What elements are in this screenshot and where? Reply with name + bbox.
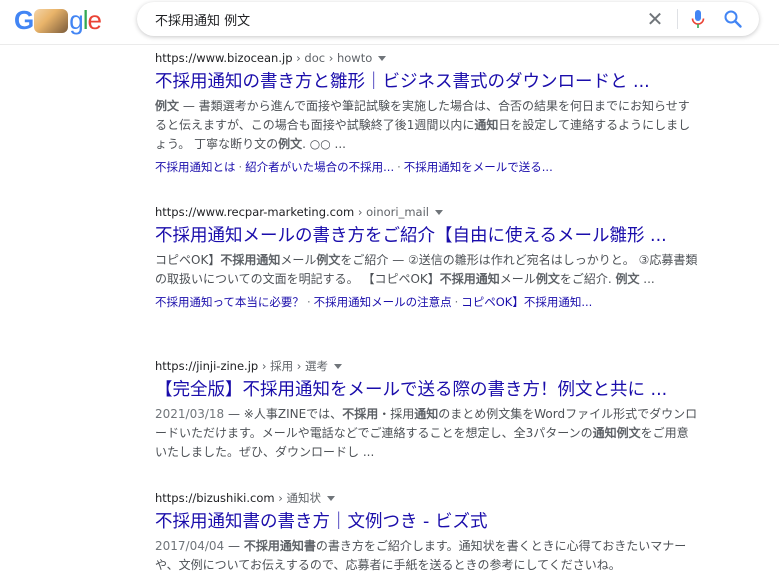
doodle-image	[34, 9, 69, 33]
result-menu-icon[interactable]	[327, 496, 336, 501]
search-header: G gle 不採用通知 例文 ✕	[0, 0, 779, 45]
result-menu-icon[interactable]	[435, 210, 443, 215]
result-url[interactable]: https://bizushiki.com › 通知状	[155, 490, 715, 506]
sitelink[interactable]: 不採用通知メールの注意点	[314, 295, 452, 309]
search-result: https://www.recpar-marketing.com › oinor…	[155, 204, 715, 311]
sitelink-separator: ·	[454, 295, 459, 309]
sitelink-separator: ·	[397, 160, 401, 174]
result-snippet: コピペOK】不採用通知メール例文をご紹介 — ②送信の雛形は作れど宛名はしっかり…	[155, 253, 698, 286]
sitelink[interactable]: 不採用通知って本当に必要？	[155, 295, 304, 309]
result-snippet: 2017/04/04 — 不採用通知書の書き方をご紹介します。通知状を書くときに…	[155, 539, 687, 572]
search-icon[interactable]	[723, 9, 743, 29]
logo-tail: gle	[69, 4, 102, 35]
clear-icon[interactable]: ✕	[643, 7, 667, 31]
result-url[interactable]: https://jinji-zine.jp › 採用 › 選考	[155, 358, 715, 374]
result-menu-icon[interactable]	[334, 364, 343, 369]
sitelink[interactable]: 紹介者がいた場合の不採用...	[245, 160, 394, 174]
search-result: https://www.bizocean.jp › doc › howto 不採…	[155, 50, 715, 176]
search-result: https://bizushiki.com › 通知状 不採用通知書の書き方｜文…	[155, 490, 715, 575]
sitelink[interactable]: 不採用通知とは	[155, 160, 236, 174]
logo-letter-g: G	[14, 4, 34, 35]
result-title[interactable]: 【完全版】不採用通知をメールで送る際の書き方！例文と共に ...	[155, 378, 715, 402]
search-box[interactable]: 不採用通知 例文 ✕	[137, 2, 759, 36]
search-result: https://jinji-zine.jp › 採用 › 選考 【完全版】不採用…	[155, 358, 715, 462]
search-divider	[677, 9, 678, 29]
result-title[interactable]: 不採用通知の書き方と雛形｜ビジネス書式のダウンロードと ...	[155, 70, 715, 94]
result-url[interactable]: https://www.recpar-marketing.com › oinor…	[155, 204, 715, 220]
sitelink[interactable]: コピペOK】不採用通知...	[461, 295, 592, 309]
result-sitelinks: 不採用通知って本当に必要？ · 不採用通知メールの注意点 · コピペOK】不採用通知..…	[155, 293, 715, 311]
google-logo[interactable]: G gle	[14, 4, 102, 35]
sitelink-separator: ·	[306, 295, 311, 309]
microphone-icon[interactable]	[690, 9, 706, 29]
result-sitelinks: 不採用通知とは · 紹介者がいた場合の不採用... · 不採用通知をメールで送る...	[155, 158, 715, 176]
result-url[interactable]: https://www.bizocean.jp › doc › howto	[155, 50, 715, 66]
result-snippet: 2021/03/18 — ※人事ZINEでは、不採用・採用通知のまとめ例文集をW…	[155, 407, 698, 459]
result-menu-icon[interactable]	[378, 56, 387, 61]
result-snippet: 例文 — 書類選考から進んで面接や筆記試験を実施した場合は、合否の結果を何日まで…	[155, 99, 691, 151]
result-title[interactable]: 不採用通知メールの書き方をご紹介【自由に使えるメール雛形 ...	[155, 224, 715, 248]
sitelink[interactable]: 不採用通知をメールで送る...	[404, 160, 553, 174]
sitelink-separator: ·	[238, 160, 243, 174]
result-title[interactable]: 不採用通知書の書き方｜文例つき - ビズ式	[155, 510, 715, 534]
search-input[interactable]: 不採用通知 例文	[155, 10, 250, 29]
